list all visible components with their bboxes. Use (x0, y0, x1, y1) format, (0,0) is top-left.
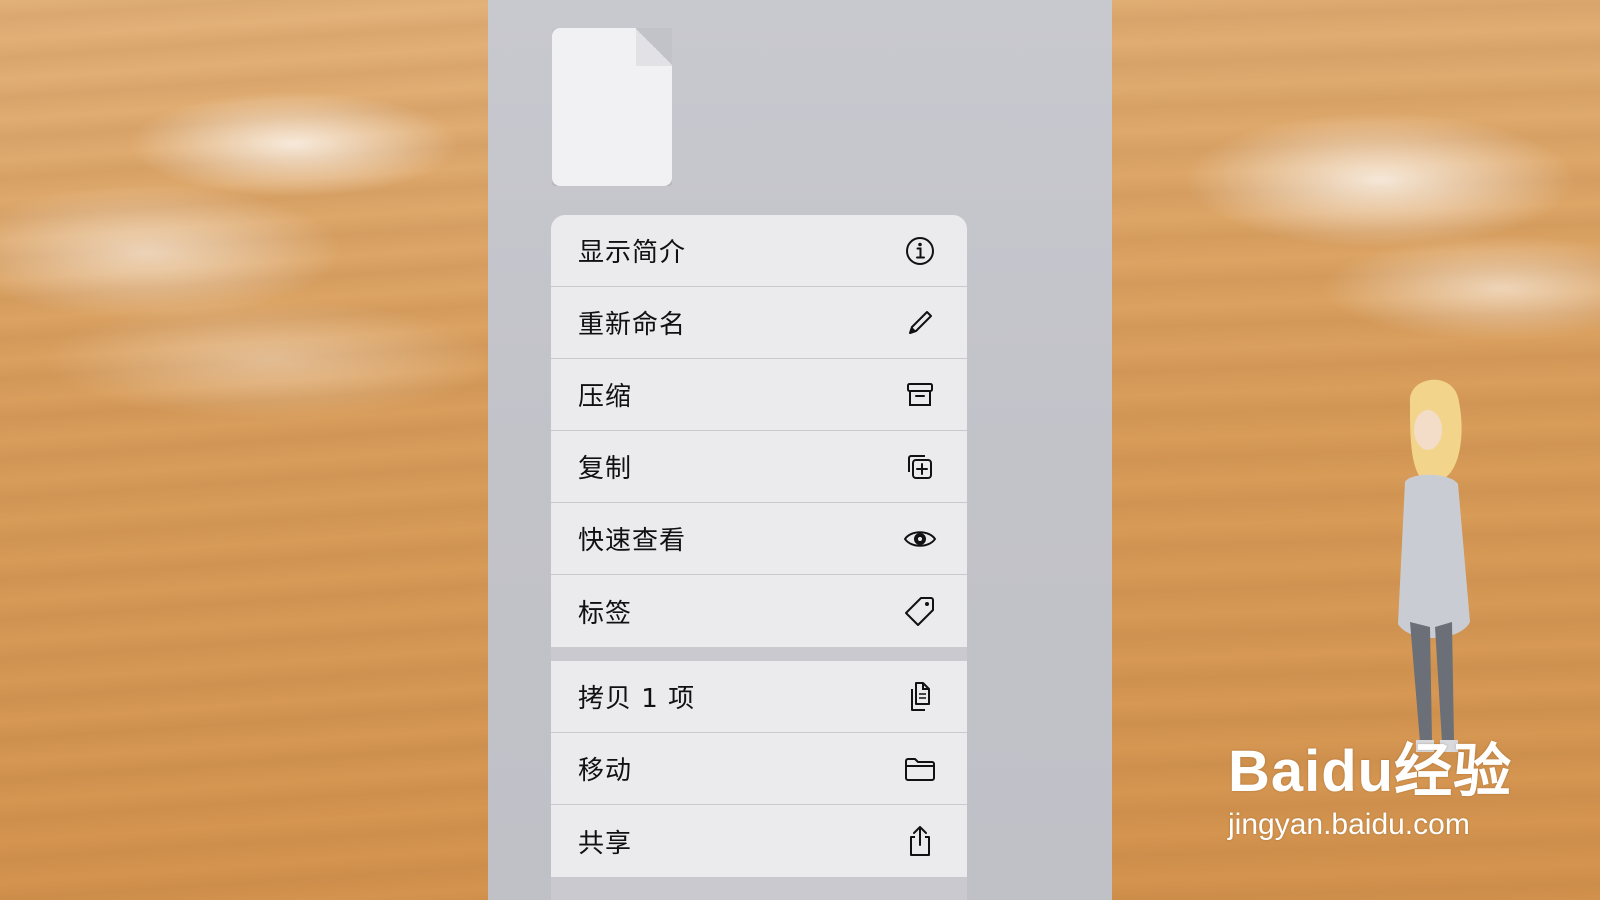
duplicate-icon (903, 450, 937, 484)
document-fold-corner (636, 28, 672, 66)
cartoon-figure-illustration (1398, 379, 1470, 752)
menu-item-duplicate[interactable]: 复制 (551, 431, 967, 503)
info-icon (903, 234, 937, 268)
baidu-jingyan-watermark: Baidu经验 jingyan.baidu.com (1228, 740, 1512, 842)
folder-icon (903, 752, 937, 786)
menu-item-label: 压缩 (578, 382, 633, 412)
menu-item-label: 复制 (578, 454, 633, 484)
menu-item-quick-look[interactable]: 快速查看 (551, 503, 967, 575)
menu-item-get-info[interactable]: 显示简介 (551, 215, 967, 287)
menu-group-separator (551, 647, 967, 661)
watermark-logo: Baidu经验 (1228, 739, 1513, 804)
share-icon (903, 824, 937, 858)
wood-background-left (0, 0, 490, 900)
menu-item-tags[interactable]: 标签 (551, 575, 967, 647)
menu-item-share[interactable]: 共享 (551, 805, 967, 877)
watermark-url: jingyan.baidu.com (1228, 808, 1470, 841)
menu-item-move[interactable]: 移动 (551, 733, 967, 805)
menu-item-copy[interactable]: 拷贝 1 项 (551, 661, 967, 733)
menu-item-label: 移动 (578, 756, 633, 786)
eye-icon (903, 522, 937, 556)
archive-box-icon (903, 378, 937, 412)
menu-item-rename[interactable]: 重新命名 (551, 287, 967, 359)
menu-item-compress[interactable]: 压缩 (551, 359, 967, 431)
pencil-icon (903, 306, 937, 340)
menu-item-label: 显示简介 (578, 238, 687, 268)
menu-item-label: 标签 (578, 598, 633, 629)
menu-item-label: 拷贝 1 项 (578, 684, 696, 714)
context-menu: 显示简介 重新命名 压缩 复制 快速查看 标签 拷贝 1 项 移动 共享 (551, 215, 967, 900)
menu-item-label: 快速查看 (578, 526, 687, 556)
copy-documents-icon (903, 680, 937, 714)
menu-item-label: 重新命名 (578, 310, 687, 340)
menu-item-label: 共享 (578, 828, 633, 859)
tag-icon (903, 594, 937, 628)
